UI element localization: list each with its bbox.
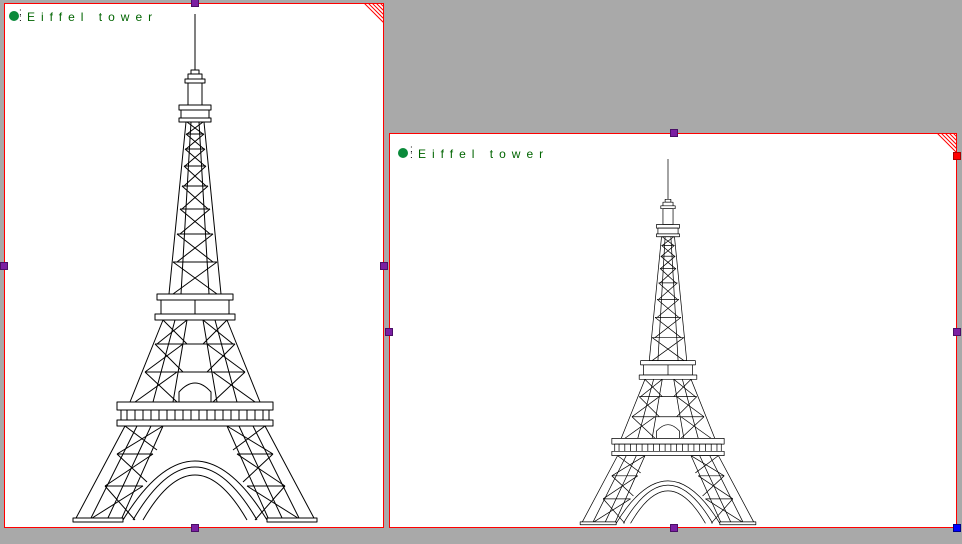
viewport-title: Eiffel tower (418, 147, 549, 161)
hatch-corner-icon (936, 134, 956, 154)
resize-handle-top[interactable] (670, 129, 678, 137)
viewport-1[interactable]: :: Eiffel tower (4, 3, 384, 528)
eiffel-drawing (560, 159, 776, 526)
resize-handle-left[interactable] (0, 262, 8, 270)
resize-handle-right[interactable] (953, 328, 961, 336)
resize-handle-left[interactable] (385, 328, 393, 336)
resize-handle-bottom[interactable] (191, 524, 199, 532)
drag-grip-icon: :: (19, 10, 22, 22)
resize-handle-corner-br[interactable] (953, 524, 961, 532)
resize-handle-top[interactable] (191, 0, 199, 7)
viewport-2[interactable]: :: Eiffel tower (389, 133, 957, 528)
resize-handle-right[interactable] (380, 262, 388, 270)
resize-handle-corner-tr[interactable] (953, 152, 961, 160)
drag-grip-icon: :: (410, 147, 413, 159)
status-dot-icon (398, 148, 408, 158)
eiffel-drawing (45, 14, 345, 524)
status-dot-icon (9, 11, 19, 21)
resize-handle-bottom[interactable] (670, 524, 678, 532)
hatch-corner-icon (363, 4, 383, 24)
